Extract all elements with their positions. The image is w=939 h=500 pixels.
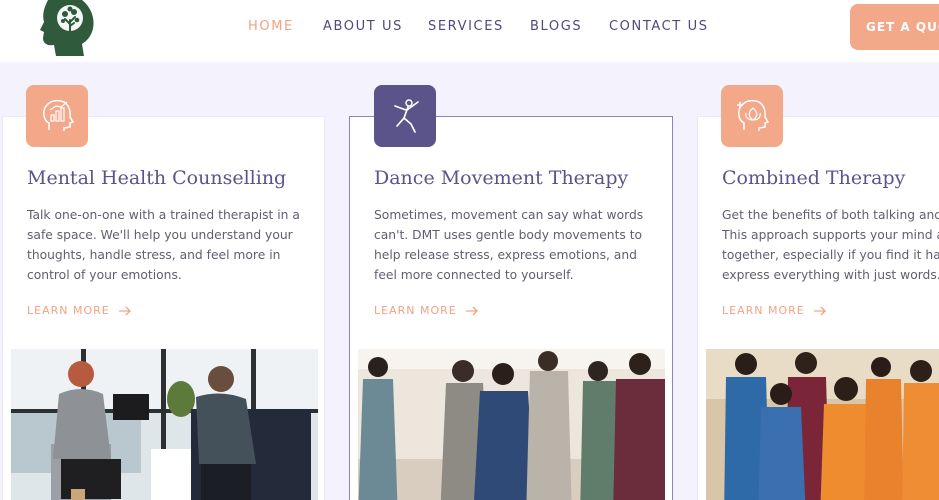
card-description-line: express everything with just words. [722, 268, 939, 282]
card-title: Mental Health Counselling [27, 167, 287, 189]
head-tree-logo-icon [40, 0, 94, 56]
learn-more-link[interactable]: LEARN MORE [374, 304, 479, 317]
learn-more-label: LEARN MORE [27, 304, 110, 317]
card-description-line: can't. DMT uses gentle body movements to [374, 228, 643, 242]
card-description-line: Sometimes, movement can say what words [374, 208, 644, 222]
head-lotus-icon [737, 99, 770, 131]
card-icon-dance [374, 85, 436, 147]
arrow-right-icon [118, 306, 131, 315]
site-header: HOME ABOUT US SERVICES BLOGS CONTACT US … [0, 0, 939, 62]
card-description-line: This approach supports your mind ar [722, 228, 939, 242]
card-description-line: Get the benefits of both talking and m [722, 208, 939, 222]
nav-home[interactable]: HOME [248, 19, 294, 34]
learn-more-link[interactable]: LEARN MORE [722, 304, 827, 317]
card-description: Sometimes, movement can say what words c… [374, 205, 654, 285]
card-description-line: safe space. We'll help you understand yo… [27, 228, 293, 242]
card-description-line: help release stress, express emotions, a… [374, 248, 637, 262]
card-title: Dance Movement Therapy [374, 167, 629, 189]
get-a-quote-button[interactable]: GET A QUOTE [850, 4, 939, 50]
learn-more-label: LEARN MORE [374, 304, 457, 317]
dancer-icon [394, 99, 419, 133]
group-dance-class-photo [706, 349, 939, 500]
nav-contact-us[interactable]: CONTACT US [609, 19, 709, 34]
brand-logo[interactable] [38, 0, 100, 58]
card-title: Combined Therapy [722, 167, 906, 189]
nav-about-us[interactable]: ABOUT US [323, 19, 403, 34]
arrow-right-icon [465, 306, 478, 315]
card-icon-counselling [26, 85, 88, 147]
card-description-line: feel more connected to yourself. [374, 268, 574, 282]
card-description-line: Talk one-on-one with a trained therapist… [27, 208, 300, 222]
service-card-combined-therapy: Combined Therapy Get the benefits of bot… [697, 116, 939, 500]
card-description-line: thoughts, handle stress, and feel more i… [27, 248, 281, 262]
learn-more-link[interactable]: LEARN MORE [27, 304, 132, 317]
service-card-counselling: Mental Health Counselling Talk one-on-on… [2, 116, 325, 500]
nav-blogs[interactable]: BLOGS [530, 19, 582, 34]
card-description: Get the benefits of both talking and m T… [722, 205, 939, 285]
nav-services[interactable]: SERVICES [428, 19, 504, 34]
card-description-line: together, especially if you find it hard [722, 248, 939, 262]
card-icon-combined [721, 85, 783, 147]
head-chart-icon [43, 99, 75, 131]
service-card-dance-therapy: Dance Movement Therapy Sometimes, moveme… [349, 116, 673, 500]
card-description-line: control of your emotions. [27, 268, 182, 282]
card-description: Talk one-on-one with a trained therapist… [27, 205, 307, 285]
dance-group-photo [358, 349, 665, 500]
arrow-right-icon [813, 306, 826, 315]
learn-more-label: LEARN MORE [722, 304, 805, 317]
counselling-session-photo [11, 349, 318, 500]
